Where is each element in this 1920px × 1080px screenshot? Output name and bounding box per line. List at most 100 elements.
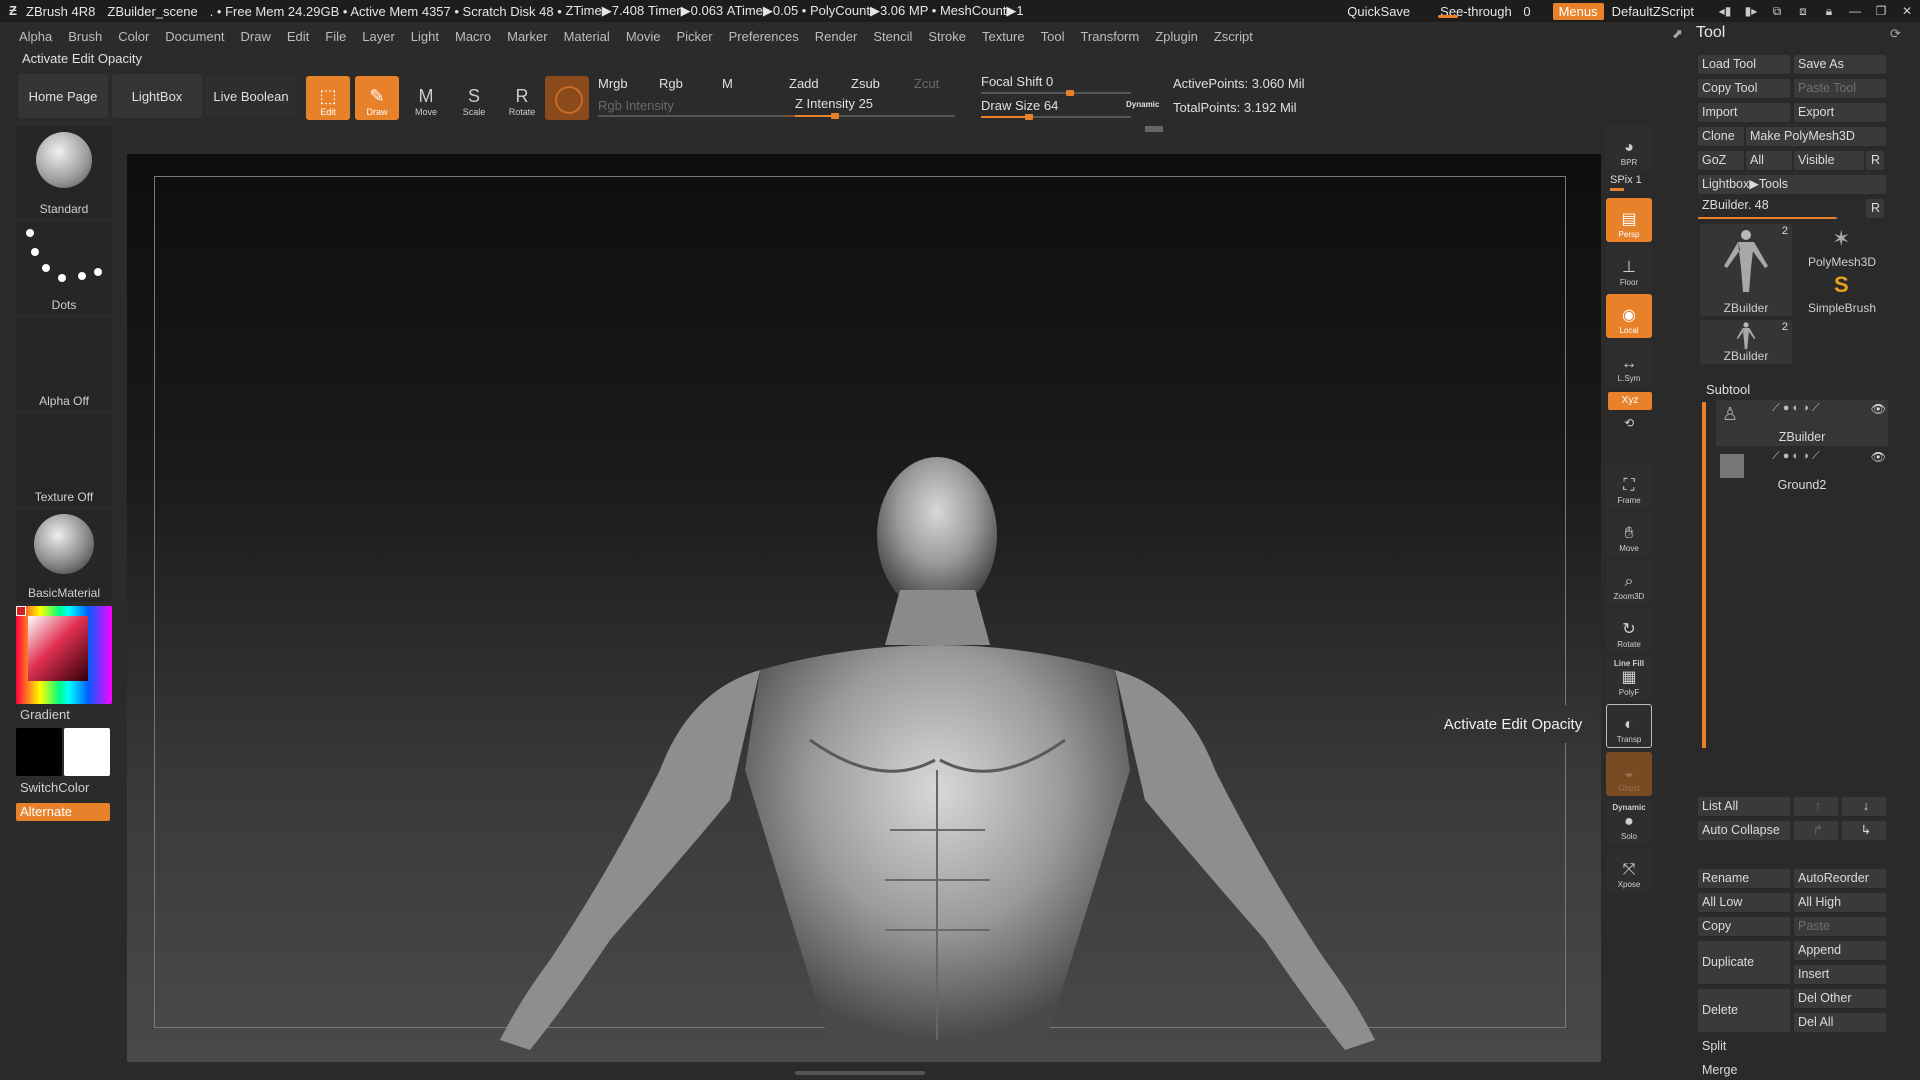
color-saturation-square[interactable] — [28, 616, 88, 681]
menu-tool[interactable]: Tool — [1041, 29, 1065, 44]
secondary-color-swatch[interactable] — [64, 728, 110, 776]
polyf-button[interactable]: Line Fill ▦ PolyF — [1606, 656, 1652, 700]
close-icon[interactable]: ✕ — [1894, 4, 1920, 18]
mrgb-button[interactable]: Mrgb — [598, 76, 628, 91]
subtool-controls-icon[interactable]: ⟋ ● ◐ ◑ ⟋ — [1772, 450, 1820, 463]
rgb-button[interactable]: Rgb — [659, 76, 683, 91]
all-low-button[interactable]: All Low — [1698, 893, 1790, 912]
save-as-button[interactable]: Save As — [1794, 55, 1886, 74]
goz-button[interactable]: GoZ — [1698, 151, 1744, 170]
rotate-mode-button[interactable]: R Rotate — [500, 76, 544, 120]
zcut-button[interactable]: Zcut — [914, 76, 939, 91]
toggle-tray-right-icon[interactable]: ▮▸ — [1738, 4, 1764, 18]
panel-toggle-icon[interactable]: ⟳ — [1890, 26, 1901, 42]
menu-document[interactable]: Document — [165, 29, 224, 44]
del-all-button[interactable]: Del All — [1794, 1013, 1886, 1032]
menu-picker[interactable]: Picker — [677, 29, 713, 44]
draw-size-track[interactable] — [981, 114, 1131, 120]
switchcolor-button[interactable]: SwitchColor — [20, 780, 89, 795]
rename-button[interactable]: Rename — [1698, 869, 1790, 888]
dynamic-toggle[interactable]: Dynamic — [1126, 100, 1159, 109]
xyz-button[interactable]: Xyz — [1608, 392, 1652, 410]
del-other-button[interactable]: Del Other — [1794, 989, 1886, 1008]
tool-thumb-zbuilder[interactable]: 2 ZBuilder — [1700, 224, 1792, 316]
pin-icon[interactable]: ⬈ — [1672, 26, 1683, 42]
menu-color[interactable]: Color — [118, 29, 149, 44]
rgb-intensity-slider[interactable]: Rgb Intensity — [598, 98, 674, 113]
clone-button[interactable]: Clone — [1698, 127, 1744, 146]
copy-button[interactable]: Copy — [1698, 917, 1790, 936]
layout-alt-icon[interactable]: ⧈ — [1790, 4, 1816, 19]
menu-stroke[interactable]: Stroke — [928, 29, 966, 44]
subtool-header[interactable]: Subtool — [1706, 382, 1750, 397]
draw-size-knob[interactable] — [1025, 114, 1033, 120]
goz-all-button[interactable]: All — [1746, 151, 1792, 170]
menu-zplugin[interactable]: Zplugin — [1155, 29, 1198, 44]
z-intensity-knob[interactable] — [831, 113, 839, 119]
menu-material[interactable]: Material — [564, 29, 610, 44]
auto-reorder-button[interactable]: AutoReorder — [1794, 869, 1886, 888]
edit-mode-button[interactable]: ⬚ Edit — [306, 76, 350, 120]
lightbox-button[interactable]: LightBox — [112, 74, 202, 118]
z-intensity-slider[interactable]: Z Intensity 25 — [795, 96, 873, 111]
floor-button[interactable]: ⊥ Floor — [1606, 246, 1652, 290]
auto-collapse-button[interactable]: Auto Collapse — [1698, 821, 1790, 840]
menus-button[interactable]: Menus — [1552, 2, 1604, 20]
insert-button[interactable]: Insert — [1794, 965, 1886, 984]
lsym-button[interactable]: ↔ L.Sym — [1606, 342, 1652, 386]
restore-icon[interactable]: ❐ — [1868, 4, 1894, 18]
copy-tool-button[interactable]: Copy Tool — [1698, 79, 1790, 98]
move-up-arrow-icon[interactable]: ↑ — [1794, 797, 1838, 816]
paste-tool-button[interactable]: Paste Tool — [1794, 79, 1886, 98]
tool-thumb-simplebrush[interactable]: S SimpleBrush — [1796, 272, 1888, 316]
zbuilder-slider-label[interactable]: ZBuilder. 48 — [1702, 198, 1769, 212]
canvas-scroll-bar[interactable] — [795, 1071, 925, 1075]
subtool-item[interactable]: ♙ ⟋ ● ◐ ◑ ⟋ 👁︎ ZBuilder — [1716, 400, 1888, 446]
material-swatch-icon[interactable] — [545, 76, 589, 120]
texture-slot[interactable]: Texture Off — [16, 414, 112, 506]
subtool-controls-icon[interactable]: ⟋ ● ◐ ◑ ⟋ — [1772, 402, 1820, 415]
menu-transform[interactable]: Transform — [1080, 29, 1139, 44]
export-button[interactable]: Export — [1794, 103, 1886, 122]
zoom3d-button[interactable]: ⌕ Zoom3D — [1606, 560, 1652, 604]
persp-button[interactable]: ▤ Persp — [1606, 198, 1652, 242]
import-button[interactable]: Import — [1698, 103, 1790, 122]
split-section[interactable]: Split — [1698, 1037, 1886, 1056]
menu-edit[interactable]: Edit — [287, 29, 309, 44]
quicksave-button[interactable]: QuickSave — [1347, 4, 1410, 19]
see-through-slider[interactable]: See-through 0 — [1434, 4, 1536, 19]
focal-shift-slider[interactable]: Focal Shift 0 — [981, 74, 1053, 89]
duplicate-button[interactable]: Duplicate — [1698, 941, 1790, 984]
subtool-item[interactable]: ⟋ ● ◐ ◑ ⟋ 👁︎ Ground2 — [1716, 448, 1888, 494]
color-picker[interactable] — [16, 606, 112, 704]
visibility-eye-icon[interactable]: 👁︎ — [1871, 450, 1886, 464]
menu-draw[interactable]: Draw — [241, 29, 271, 44]
append-button[interactable]: Append — [1794, 941, 1886, 960]
alpha-slot[interactable]: Alpha Off — [16, 318, 112, 410]
lock-icon[interactable]: 🔒︎ — [1816, 4, 1842, 19]
main-color-swatch[interactable] — [16, 728, 62, 776]
tool-thumb-zbuilder-2[interactable]: 2 ZBuilder — [1700, 320, 1792, 364]
move-view-button[interactable]: ✋︎ Move — [1606, 512, 1652, 556]
zbuilder-slider-track[interactable] — [1698, 217, 1838, 219]
frame-button[interactable]: ⛶ Frame — [1606, 464, 1652, 508]
menu-stencil[interactable]: Stencil — [873, 29, 912, 44]
local-button[interactable]: ◉ Local — [1606, 294, 1652, 338]
default-zscript-button[interactable]: DefaultZScript — [1612, 4, 1694, 19]
menu-light[interactable]: Light — [411, 29, 439, 44]
ghost-button[interactable]: ◒ Ghost — [1606, 752, 1652, 796]
xpose-button[interactable]: ⤧ Xpose — [1606, 848, 1652, 892]
menu-marker[interactable]: Marker — [507, 29, 547, 44]
goz-visible-button[interactable]: Visible — [1794, 151, 1864, 170]
scale-mode-button[interactable]: S Scale — [452, 76, 496, 120]
home-page-button[interactable]: Home Page — [18, 74, 108, 118]
delete-button[interactable]: Delete — [1698, 989, 1790, 1032]
toggle-tray-icon[interactable]: ◂▮ — [1712, 4, 1738, 18]
m-button[interactable]: M — [722, 76, 733, 91]
list-all-button[interactable]: List All — [1698, 797, 1790, 816]
live-boolean-button[interactable]: Live Boolean — [206, 74, 296, 118]
menu-macro[interactable]: Macro — [455, 29, 491, 44]
menu-movie[interactable]: Movie — [626, 29, 661, 44]
menu-preferences[interactable]: Preferences — [729, 29, 799, 44]
draw-mode-button[interactable]: ✎ Draw — [355, 76, 399, 120]
